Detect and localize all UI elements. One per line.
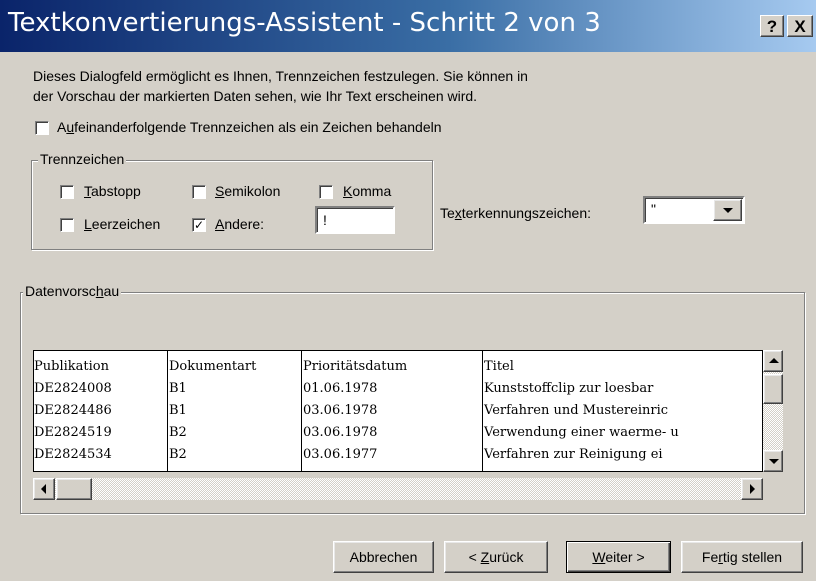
- other-delimiter-value: !: [323, 212, 327, 228]
- preview-cell: Verfahren zur Reinigung ei: [484, 447, 663, 462]
- preview-cell: DE2824486: [34, 403, 112, 418]
- cancel-button[interactable]: Abbrechen: [333, 541, 434, 573]
- scroll-down-icon[interactable]: [763, 450, 783, 472]
- preview-cell: 03.06.1978: [303, 403, 378, 418]
- preview-cell: Verwendung einer waerme- u: [484, 425, 679, 440]
- preview-cell: 03.06.1978: [303, 425, 378, 440]
- text-qualifier-value: ": [651, 201, 656, 217]
- preview-header-cell: Dokumentart: [169, 359, 257, 374]
- semicolon-label[interactable]: Semikolon: [215, 183, 280, 199]
- text-qualifier-select[interactable]: ": [643, 196, 745, 224]
- comma-label[interactable]: Komma: [343, 183, 391, 199]
- preview-cell: Verfahren und Mustereinric: [484, 403, 669, 418]
- preview-header-cell: Publikation: [34, 359, 109, 374]
- next-button[interactable]: Weiter >: [566, 541, 671, 573]
- preview-cell: DE2824519: [34, 425, 112, 440]
- back-button[interactable]: < Zurück: [444, 541, 548, 573]
- intro-line-2: der Vorschau der markierten Daten sehen,…: [33, 88, 478, 104]
- preview-cell: DE2824534: [34, 447, 112, 462]
- preview-cell: B1: [169, 403, 187, 418]
- intro-line-1: Dieses Dialogfeld ermöglicht es Ihnen, T…: [33, 68, 528, 84]
- preview-cell: Kunststoffclip zur loesbar: [484, 381, 654, 396]
- preview-cell: B2: [169, 447, 187, 462]
- consecutive-delimiters-label[interactable]: Aufeinanderfolgende Trennzeichen als ein…: [57, 119, 442, 135]
- scroll-up-icon[interactable]: [763, 350, 783, 372]
- title-bar[interactable]: Textkonvertierungs-Assistent - Schritt 2…: [0, 0, 816, 52]
- preview-cell: DE2824008: [34, 381, 112, 396]
- preview-cell: B2: [169, 425, 187, 440]
- other-label[interactable]: Andere:: [215, 216, 264, 232]
- space-label[interactable]: Leerzeichen: [84, 216, 160, 232]
- intro-text: Dieses Dialogfeld ermöglicht es Ihnen, T…: [33, 66, 673, 106]
- comma-checkbox[interactable]: [319, 185, 333, 199]
- other-delimiter-input[interactable]: !: [315, 206, 395, 234]
- vertical-scroll-thumb[interactable]: [763, 374, 783, 404]
- preview-table[interactable]: Publikation Dokumentart Prioritätsdatum …: [33, 350, 763, 472]
- horizontal-scrollbar[interactable]: [33, 478, 763, 500]
- preview-cell: B1: [169, 381, 187, 396]
- preview-header-cell: Prioritätsdatum: [303, 359, 408, 374]
- delimiters-group-label: Trennzeichen: [38, 151, 127, 167]
- chevron-down-icon[interactable]: [713, 199, 742, 221]
- consecutive-delimiters-checkbox[interactable]: [35, 121, 49, 135]
- space-checkbox[interactable]: [60, 218, 74, 232]
- scroll-left-icon[interactable]: [33, 478, 55, 500]
- help-button[interactable]: ?: [760, 15, 784, 37]
- preview-group-label: Datenvorschau: [23, 283, 122, 299]
- preview-cell: 03.06.1977: [303, 447, 378, 462]
- delimiters-group: [31, 160, 433, 250]
- preview-cell: 01.06.1978: [303, 381, 378, 396]
- other-checkbox[interactable]: ✓: [192, 218, 206, 232]
- tab-label[interactable]: Tabstopp: [84, 183, 141, 199]
- preview-header-cell: Titel: [484, 359, 514, 374]
- scroll-right-icon[interactable]: [741, 478, 763, 500]
- window-title: Textkonvertierungs-Assistent - Schritt 2…: [8, 8, 601, 38]
- close-button[interactable]: X: [787, 15, 813, 37]
- text-qualifier-label: Texterkennungszeichen:: [440, 205, 591, 221]
- semicolon-checkbox[interactable]: [192, 185, 206, 199]
- horizontal-scroll-thumb[interactable]: [56, 478, 92, 500]
- finish-button[interactable]: Fertig stellen: [681, 541, 803, 573]
- tab-checkbox[interactable]: [60, 185, 74, 199]
